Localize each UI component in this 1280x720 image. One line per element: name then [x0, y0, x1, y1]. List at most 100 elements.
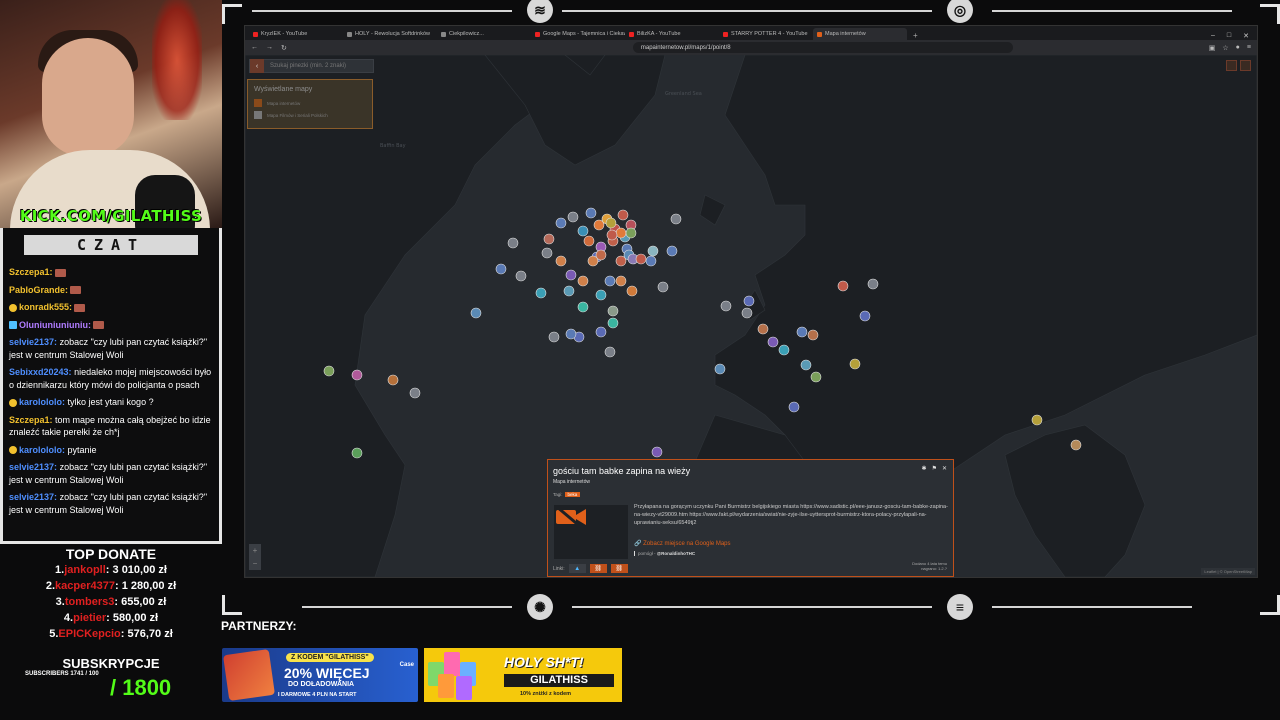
map-pin[interactable] [604, 346, 616, 358]
browser-tab[interactable]: Ciekpilowicz... [437, 28, 531, 40]
map-pin[interactable] [720, 300, 732, 312]
map-pin[interactable] [645, 255, 657, 267]
pin-search[interactable]: ‹ Szukaj pinezki (min. 2 znaki) [249, 59, 374, 73]
bookmark-icon[interactable]: ☆ [1222, 44, 1228, 52]
map-pin[interactable] [587, 255, 599, 267]
map-pin[interactable] [565, 328, 577, 340]
map-pin[interactable] [606, 229, 618, 241]
link-button-3[interactable]: ⛓ [610, 564, 628, 573]
map-pin[interactable] [666, 245, 678, 257]
map-pin[interactable] [577, 275, 589, 287]
layer-toggle-internet[interactable]: Mapa internetów [254, 99, 366, 107]
browser-tab[interactable]: BilizKA - YouTube [625, 28, 719, 40]
browser-tab[interactable]: Mapa internetów [813, 28, 907, 40]
map-pin[interactable] [541, 247, 553, 259]
map-pin[interactable] [796, 326, 808, 338]
back-icon[interactable]: ← [251, 44, 258, 51]
map-pin[interactable] [585, 207, 597, 219]
map-pin[interactable] [657, 281, 669, 293]
map-pin[interactable] [837, 280, 849, 292]
zoom-out-button[interactable]: − [249, 557, 261, 570]
tag-badge[interactable]: beka [564, 492, 581, 497]
map-pin[interactable] [859, 310, 871, 322]
minimize-icon[interactable]: – [1211, 32, 1215, 40]
map-pin[interactable] [470, 307, 482, 319]
map-pin[interactable] [555, 255, 567, 267]
map-pin[interactable] [1031, 414, 1043, 426]
profile-icon[interactable]: ● [1236, 44, 1240, 52]
zoom-in-button[interactable]: + [249, 544, 261, 557]
google-maps-link[interactable]: 🔗 Zobacz miejsce na Google Maps [634, 540, 731, 547]
map-pin[interactable] [351, 447, 363, 459]
map-pin[interactable] [625, 227, 637, 239]
map-pin[interactable] [867, 278, 879, 290]
close-icon[interactable]: ✕ [942, 465, 947, 472]
fullscreen-button[interactable] [1226, 60, 1237, 71]
browser-tab[interactable]: Google Maps - Tajemnica i Ciekawo... [531, 28, 625, 40]
map-pin[interactable] [778, 344, 790, 356]
locate-button[interactable] [1240, 60, 1251, 71]
map-pin[interactable] [615, 255, 627, 267]
browser-tab[interactable]: STARRY POTTER 4 - YouTube [719, 28, 813, 40]
map-pin[interactable] [604, 275, 616, 287]
map-canvas[interactable]: Baffin Bay Greenland Sea ‹ Szukaj pinezk… [245, 55, 1257, 577]
browser-tab[interactable]: HOLY - Rewolucja Softdrinków [343, 28, 437, 40]
reload-icon[interactable]: ↻ [281, 44, 287, 52]
map-pin[interactable] [495, 263, 507, 275]
close-window-icon[interactable]: ✕ [1243, 32, 1249, 40]
map-pin[interactable] [615, 227, 627, 239]
map-pin[interactable] [647, 245, 659, 257]
map-pin[interactable] [555, 217, 567, 229]
map-pin[interactable] [605, 217, 617, 229]
layer-toggle-movies[interactable]: Mapa Filmów i Seriali Polskich [254, 111, 366, 119]
map-pin[interactable] [767, 336, 779, 348]
map-pin[interactable] [1070, 439, 1082, 451]
map-pin[interactable] [607, 305, 619, 317]
map-pin[interactable] [807, 329, 819, 341]
url-input[interactable]: mapainternetow.pl/maps/1/point/8 [632, 42, 1013, 53]
map-pin[interactable] [577, 225, 589, 237]
map-pin[interactable] [323, 365, 335, 377]
map-pin[interactable] [595, 326, 607, 338]
browser-tab[interactable]: KryzIEK - YouTube [249, 28, 343, 40]
map-pin[interactable] [563, 285, 575, 297]
map-pin[interactable] [800, 359, 812, 371]
map-pin[interactable] [577, 301, 589, 313]
map-pin[interactable] [567, 211, 579, 223]
map-pin[interactable] [635, 253, 647, 265]
menu-icon[interactable]: ≡ [1247, 44, 1251, 52]
map-pin[interactable] [788, 401, 800, 413]
map-pin[interactable] [607, 317, 619, 329]
map-pin[interactable] [507, 237, 519, 249]
map-pin[interactable] [615, 275, 627, 287]
link-button-1[interactable]: ▲ [568, 564, 586, 573]
new-tab-button[interactable]: + [907, 31, 924, 40]
map-pin[interactable] [595, 289, 607, 301]
back-arrow-icon[interactable]: ‹ [250, 59, 264, 73]
map-pin[interactable] [515, 270, 527, 282]
map-pin[interactable] [743, 295, 755, 307]
map-pin[interactable] [548, 331, 560, 343]
map-pin[interactable] [757, 323, 769, 335]
map-pin[interactable] [651, 446, 663, 458]
flag-icon[interactable]: ⚑ [932, 465, 937, 472]
video-thumbnail[interactable] [554, 505, 628, 559]
settings-icon[interactable]: ✱ [922, 465, 927, 472]
map-pin[interactable] [714, 363, 726, 375]
map-pin[interactable] [535, 287, 547, 299]
map-pin[interactable] [351, 369, 363, 381]
map-pin[interactable] [409, 387, 421, 399]
map-pin[interactable] [810, 371, 822, 383]
extension-icon[interactable]: ▣ [1209, 44, 1216, 52]
map-pin[interactable] [565, 269, 577, 281]
maximize-icon[interactable]: □ [1227, 32, 1231, 40]
map-pin[interactable] [670, 213, 682, 225]
map-pin[interactable] [741, 307, 753, 319]
map-pin[interactable] [543, 233, 555, 245]
map-pin[interactable] [583, 235, 595, 247]
map-pin[interactable] [626, 285, 638, 297]
forward-icon[interactable]: → [266, 44, 273, 51]
map-pin[interactable] [849, 358, 861, 370]
map-pin[interactable] [617, 209, 629, 221]
zoom-control[interactable]: + − [249, 544, 261, 570]
